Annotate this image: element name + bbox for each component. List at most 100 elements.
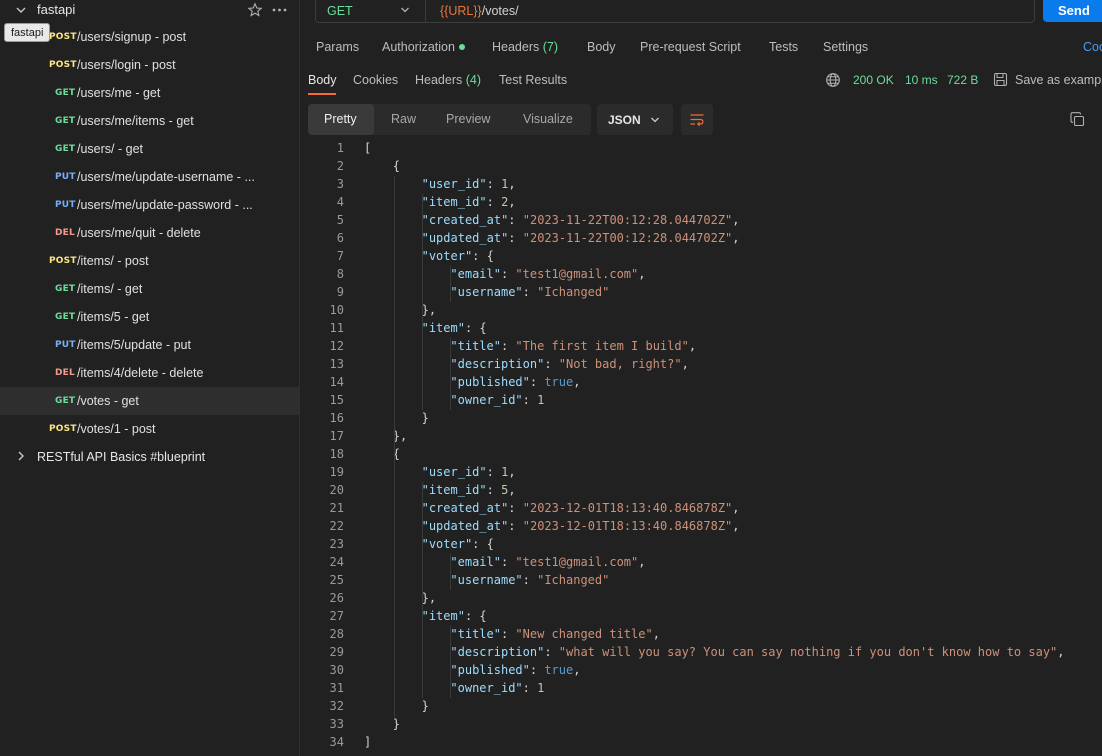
request-item[interactable]: GET/users/ - get <box>0 135 299 163</box>
format-preview[interactable]: Preview <box>430 104 510 135</box>
token: , <box>638 555 646 569</box>
request-item[interactable]: PUT/users/me/update-username - ... <box>0 163 299 191</box>
send-button[interactable]: Send <box>1043 0 1102 22</box>
format-pretty-label: Pretty <box>324 112 357 126</box>
line-number: 27 <box>329 609 344 623</box>
resp-tab-headers[interactable]: Headers (4) <box>415 73 481 87</box>
save-as-example-button[interactable]: Save as exampl <box>1015 73 1102 87</box>
method-badge: GET <box>55 116 76 126</box>
code-text: "description": "Not bad, right?", <box>450 357 688 371</box>
line-number: 12 <box>329 339 344 353</box>
response-time[interactable]: 10 ms <box>905 73 938 87</box>
request-item[interactable]: GET/items/ - get <box>0 275 299 303</box>
globe-icon[interactable] <box>825 72 841 88</box>
request-item[interactable]: DEL/users/me/quit - delete <box>0 219 299 247</box>
tab-prerequest[interactable]: Pre-request Script <box>640 40 741 54</box>
token: : <box>508 213 523 227</box>
code-line: 2{ <box>300 159 1102 177</box>
token: "updated_at" <box>421 519 509 533</box>
tab-params[interactable]: Params <box>316 40 359 54</box>
code-line: 21 "created_at": "2023-12-01T18:13:40.846… <box>300 501 1102 519</box>
resp-tab-headers-label: Headers <box>415 73 463 87</box>
line-number: 4 <box>336 195 344 209</box>
request-item[interactable]: POST/votes/1 - post <box>0 415 299 443</box>
request-item-label: /votes - get <box>77 394 139 408</box>
response-body[interactable]: 1[2{3 "user_id": 1, 4 "item_id": 2, 5 "create… <box>300 140 1102 756</box>
token: "The first item I build" <box>515 339 689 353</box>
response-size[interactable]: 722 B <box>947 73 978 87</box>
more-icon[interactable] <box>272 8 287 12</box>
format-raw[interactable]: Raw <box>374 104 430 135</box>
code-text: "published": true, <box>450 663 580 677</box>
save-icon[interactable] <box>993 72 1008 87</box>
send-label: Send <box>1058 3 1090 18</box>
token: } <box>392 717 401 731</box>
wrap-lines-button[interactable] <box>681 104 713 135</box>
tab-authorization[interactable]: Authorization <box>382 40 465 54</box>
method-badge: PUT <box>55 172 76 182</box>
status-code[interactable]: 200 OK <box>853 73 894 87</box>
url-bar[interactable]: GET {{URL}}/votes/ <box>315 0 1035 23</box>
token: 1 <box>537 393 545 407</box>
code-line: 8 "email": "test1@gmail.com", <box>300 267 1102 285</box>
line-number: 3 <box>336 177 344 191</box>
tab-cookies-link[interactable]: Coo <box>1083 40 1102 54</box>
collection-header[interactable]: fastapi <box>0 0 299 23</box>
indent-guide <box>422 482 423 698</box>
token: : <box>486 483 502 497</box>
code-line: 3 "user_id": 1, <box>300 177 1102 195</box>
code-line: 12 "title": "The first item I build", <box>300 339 1102 357</box>
copy-icon[interactable] <box>1070 112 1085 127</box>
token: "owner_id" <box>450 393 523 407</box>
format-pretty[interactable]: Pretty <box>308 104 374 135</box>
format-visualize[interactable]: Visualize <box>510 104 591 135</box>
line-number: 16 <box>329 411 344 425</box>
method-select[interactable]: GET <box>316 0 426 22</box>
token: : <box>508 519 523 533</box>
language-select[interactable]: JSON <box>597 104 673 135</box>
token: , <box>508 177 516 191</box>
resp-tab-headers-count: (4) <box>465 73 482 87</box>
request-item[interactable]: GET/votes - get <box>0 387 299 415</box>
tab-headers[interactable]: Headers (7) <box>492 40 558 54</box>
request-item[interactable]: DEL/items/4/delete - delete <box>0 359 299 387</box>
token: "item_id" <box>421 195 487 209</box>
token: "test1@gmail.com" <box>515 267 639 281</box>
code-text: "updated_at": "2023-12-01T18:13:40.84687… <box>422 519 740 533</box>
token: , <box>508 465 516 479</box>
token: : { <box>464 609 487 623</box>
method-badge: PUT <box>55 340 76 350</box>
collection-header-restful[interactable]: RESTful API Basics #blueprint <box>0 442 299 470</box>
code-line: 16} <box>300 411 1102 429</box>
token: : <box>486 465 502 479</box>
tab-tests[interactable]: Tests <box>769 40 798 54</box>
wrap-icon <box>690 114 704 127</box>
resp-tab-cookies[interactable]: Cookies <box>353 73 398 87</box>
tab-body[interactable]: Body <box>587 40 616 54</box>
code-text: "updated_at": "2023-11-22T00:12:28.04470… <box>422 231 740 245</box>
request-item[interactable]: GET/items/5 - get <box>0 303 299 331</box>
url-input[interactable]: {{URL}}/votes/ <box>440 4 519 18</box>
token: "email" <box>450 555 501 569</box>
indent-guide <box>450 554 451 590</box>
line-number: 24 <box>329 555 344 569</box>
request-item[interactable]: PUT/items/5/update - put <box>0 331 299 359</box>
request-item[interactable]: GET/users/me - get <box>0 79 299 107</box>
code-text: "created_at": "2023-11-22T00:12:28.04470… <box>422 213 740 227</box>
line-number: 7 <box>336 249 344 263</box>
resp-tab-test-results[interactable]: Test Results <box>499 73 567 87</box>
chevron-right-icon[interactable] <box>14 449 28 463</box>
star-icon[interactable] <box>247 2 263 18</box>
resp-tab-body[interactable]: Body <box>308 73 337 87</box>
chevron-down-icon[interactable] <box>14 3 28 17</box>
request-item[interactable]: POST/users/login - post <box>0 51 299 79</box>
request-item[interactable]: GET/users/me/items - get <box>0 107 299 135</box>
request-item[interactable]: PUT/users/me/update-password - ... <box>0 191 299 219</box>
code-line: 23 "voter": { <box>300 537 1102 555</box>
token: : <box>544 645 559 659</box>
code-line: 28 "title": "New changed title", <box>300 627 1102 645</box>
request-item[interactable]: POST/items/ - post <box>0 247 299 275</box>
token: , <box>688 339 697 353</box>
line-number: 1 <box>336 141 344 155</box>
tab-settings[interactable]: Settings <box>823 40 868 54</box>
